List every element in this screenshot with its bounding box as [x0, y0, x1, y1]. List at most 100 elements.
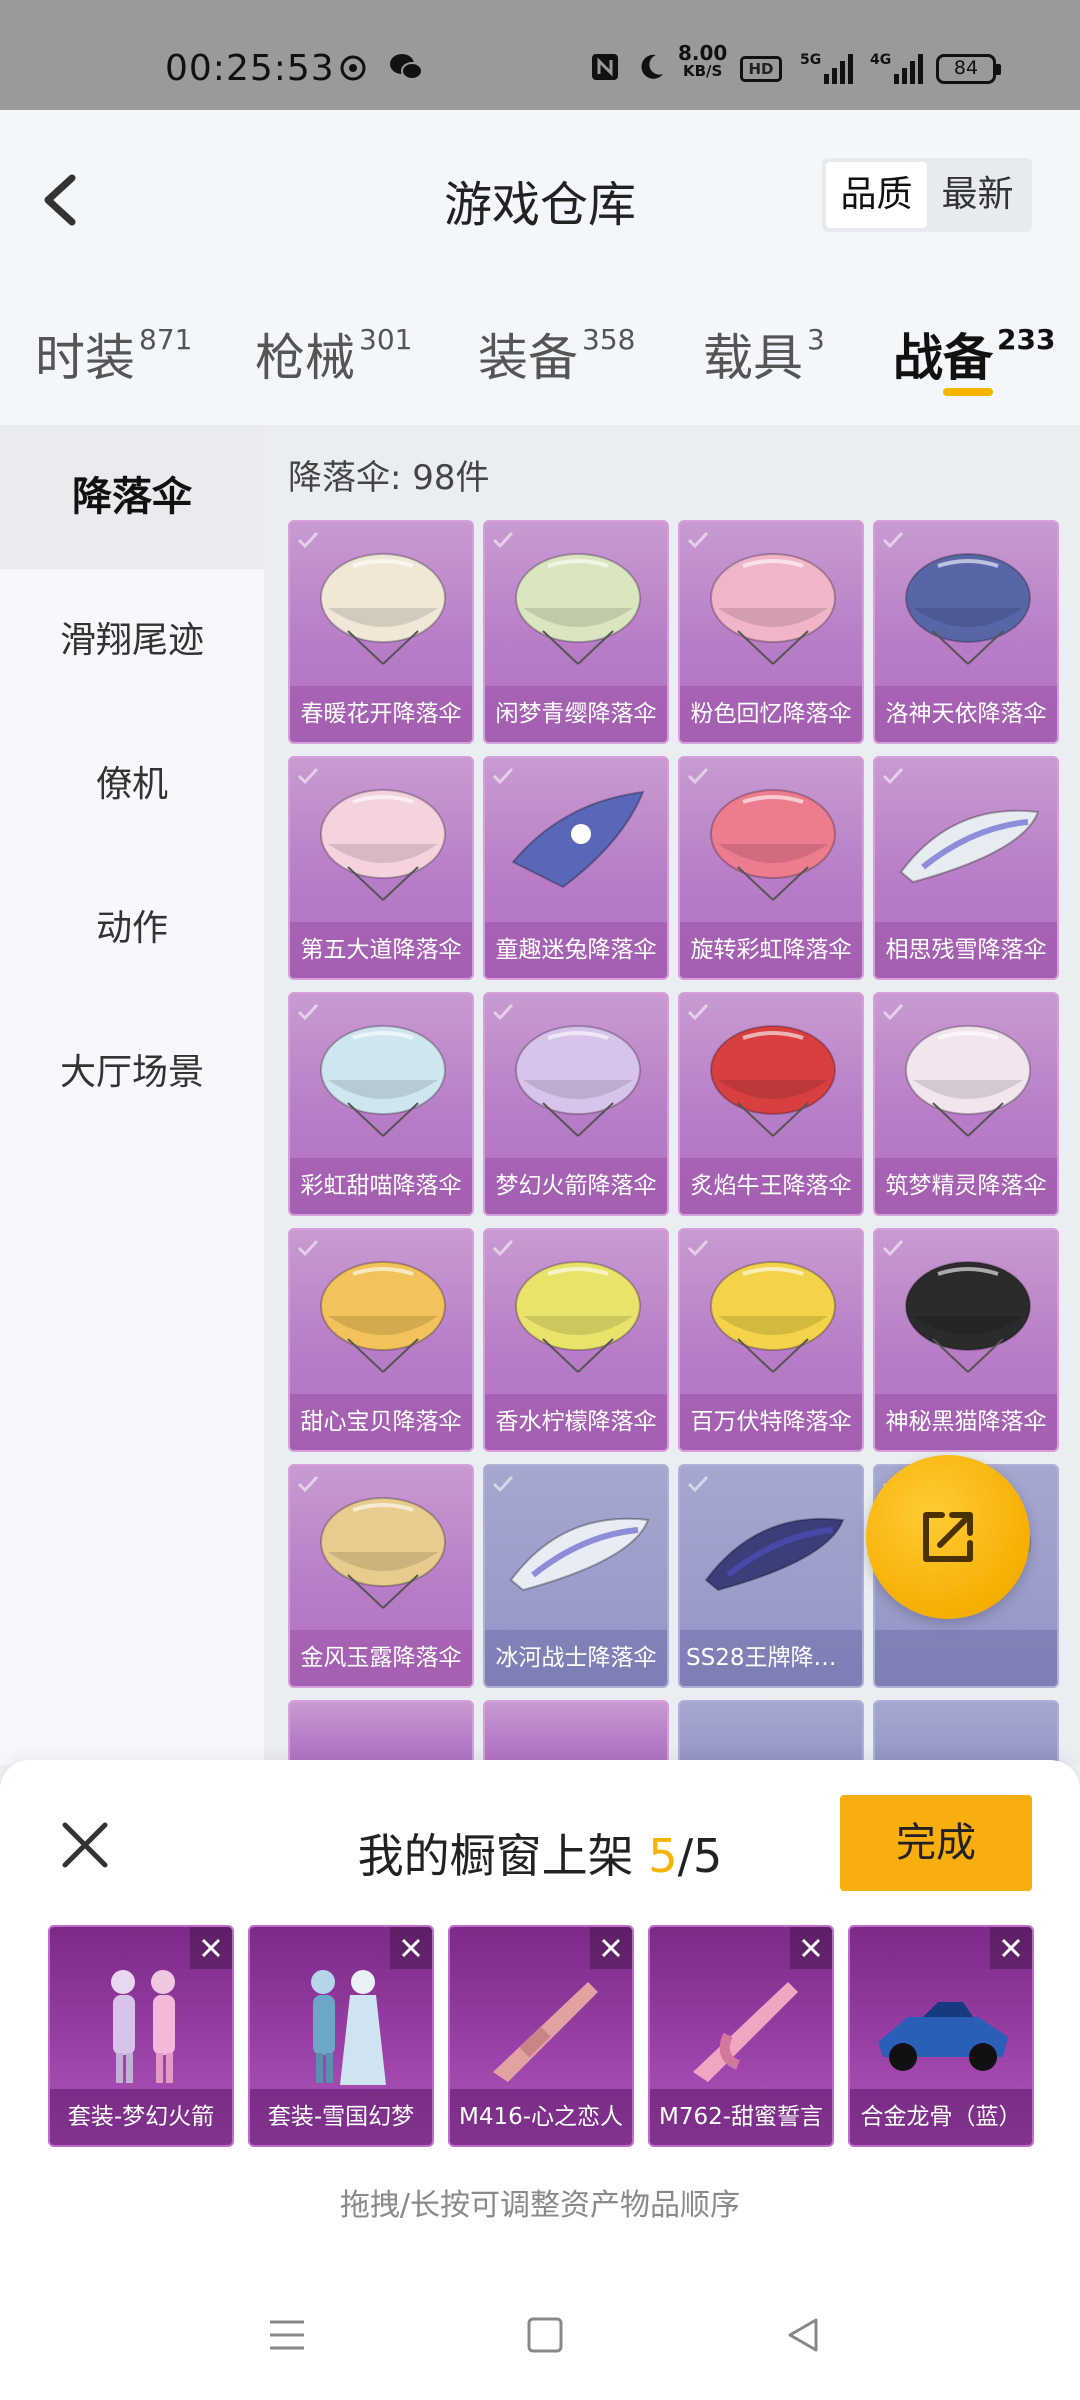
parachute-name: 梦幻火箭降落伞	[485, 1158, 667, 1214]
showcase-item[interactable]: M762-甜蜜誓言	[648, 1925, 834, 2147]
tab-equipment[interactable]: 装备 358	[478, 318, 635, 390]
tab-active-indicator	[943, 388, 993, 396]
parachute-image	[320, 1025, 446, 1137]
done-button[interactable]: 完成	[840, 1795, 1032, 1891]
parachute-card[interactable]: 粉色回忆降落伞	[678, 520, 864, 744]
battery-indicator: 84	[936, 54, 1001, 84]
showcase-item-name: M762-甜蜜誓言	[650, 2089, 832, 2145]
parachute-name: 金风玉露降落伞	[290, 1630, 472, 1686]
parachute-image	[515, 1025, 641, 1137]
category-tabs: 时装 871 枪械 301 装备 358 载具 3 战备 233	[0, 280, 1080, 425]
parachute-name: 粉色回忆降落伞	[680, 686, 862, 742]
parachute-card[interactable]: 洛神天依降落伞	[873, 520, 1059, 744]
parachute-card[interactable]: 筑梦精灵降落伞	[873, 992, 1059, 1216]
wechat-icon	[390, 54, 423, 80]
share-button[interactable]	[866, 1455, 1030, 1619]
parachute-image	[710, 1025, 836, 1137]
menu-icon[interactable]	[262, 2310, 312, 2360]
parachute-name: 闲梦青缨降落伞	[485, 686, 667, 742]
parachute-name: SS28王牌降落伞	[680, 1630, 862, 1686]
parachute-card[interactable]: 炙焰牛王降落伞	[678, 992, 864, 1216]
remove-item-icon[interactable]	[390, 1927, 432, 1969]
parachute-name: 筑梦精灵降落伞	[875, 1158, 1057, 1214]
parachute-card[interactable]: 梦幻火箭降落伞	[483, 992, 669, 1216]
showcase-shelf: 套装-梦幻火箭 套装-雪国幻梦 M416-心之恋人 M762-甜蜜誓言 合金龙骨…	[48, 1925, 1034, 2147]
remove-item-icon[interactable]	[790, 1927, 832, 1969]
back-icon[interactable]	[778, 2310, 828, 2360]
parachute-card[interactable]: 彩虹甜喵降落伞	[288, 992, 474, 1216]
showcase-item-image	[878, 2002, 1008, 2071]
parachute-image	[905, 553, 1031, 665]
remove-item-icon[interactable]	[990, 1927, 1032, 1969]
sidebar-item-emote[interactable]: 动作	[0, 857, 264, 1001]
hd-badge: HD	[740, 56, 782, 82]
parachute-card[interactable]: 旋转彩虹降落伞	[678, 756, 864, 980]
sort-quality-option[interactable]: 品质	[826, 162, 927, 228]
showcase-item-image	[111, 1970, 175, 2083]
parachute-card-partial[interactable]	[483, 1700, 669, 1765]
parachute-name: 春暖花开降落伞	[290, 686, 472, 742]
sidebar-item-parachute[interactable]: 降落伞	[0, 425, 264, 569]
showcase-item[interactable]: M416-心之恋人	[448, 1925, 634, 2147]
parachute-card-partial[interactable]	[288, 1700, 474, 1765]
parachute-image	[320, 553, 446, 665]
parachute-name: 甜心宝贝降落伞	[290, 1394, 472, 1450]
showcase-item-name: 套装-雪国幻梦	[250, 2089, 432, 2145]
parachute-card[interactable]: 闲梦青缨降落伞	[483, 520, 669, 744]
showcase-item[interactable]: 合金龙骨（蓝）	[848, 1925, 1034, 2147]
parachute-card-partial[interactable]	[873, 1700, 1059, 1765]
tab-vehicles[interactable]: 载具 3	[703, 318, 825, 390]
status-time: 00:25:53	[165, 48, 335, 89]
parachute-card[interactable]: 甜心宝贝降落伞	[288, 1228, 474, 1452]
sort-toggle: 品质 最新	[822, 158, 1032, 232]
parachute-name: 神秘黑猫降落伞	[875, 1394, 1057, 1450]
tab-combat-gear[interactable]: 战备 233	[893, 318, 1055, 390]
parachute-name	[875, 1630, 1057, 1686]
showcase-item[interactable]: 套装-梦幻火箭	[48, 1925, 234, 2147]
parachute-card[interactable]: 香水柠檬降落伞	[483, 1228, 669, 1452]
sidebar-item-glide-trail[interactable]: 滑翔尾迹	[0, 569, 264, 713]
sidebar-item-lobby-scene[interactable]: 大厅场景	[0, 1001, 264, 1145]
parachute-name: 洛神天依降落伞	[875, 686, 1057, 742]
parachute-card[interactable]: 神秘黑猫降落伞	[873, 1228, 1059, 1452]
sidebar: 降落伞 滑翔尾迹 僚机 动作 大厅场景	[0, 425, 264, 1765]
parachute-card[interactable]: 百万伏特降落伞	[678, 1228, 864, 1452]
parachute-card[interactable]: 春暖花开降落伞	[288, 520, 474, 744]
parachute-card[interactable]: 相思残雪降落伞	[873, 756, 1059, 980]
parachute-name: 旋转彩虹降落伞	[680, 922, 862, 978]
parachute-card-partial[interactable]	[678, 1700, 864, 1765]
page-header: 游戏仓库 品质 最新	[0, 110, 1080, 280]
parachute-image	[511, 790, 645, 889]
showcase-item[interactable]: 套装-雪国幻梦	[248, 1925, 434, 2147]
home-icon[interactable]	[520, 2310, 570, 2360]
parachute-image	[320, 1497, 446, 1609]
parachute-image	[710, 1261, 836, 1373]
remove-item-icon[interactable]	[590, 1927, 632, 1969]
parachute-image	[899, 809, 1040, 884]
signal-5g-icon: 5G	[800, 52, 853, 84]
showcase-item-name: 合金龙骨（蓝）	[850, 2089, 1032, 2145]
tab-weapons[interactable]: 枪械 301	[255, 318, 412, 390]
system-nav-bar	[0, 2270, 1080, 2400]
sidebar-item-wingman[interactable]: 僚机	[0, 713, 264, 857]
parachute-name: 冰河战士降落伞	[485, 1630, 667, 1686]
showcase-item-name: M416-心之恋人	[450, 2089, 632, 2145]
tab-fashion[interactable]: 时装 871	[35, 318, 192, 390]
signal-4g-icon: 4G	[870, 52, 923, 84]
sort-newest-option[interactable]: 最新	[927, 162, 1028, 228]
parachute-card[interactable]: 童趣迷兔降落伞	[483, 756, 669, 980]
parachute-card[interactable]: 冰河战士降落伞	[483, 1464, 669, 1688]
svg-text:4G: 4G	[870, 52, 891, 68]
svg-text:5G: 5G	[800, 52, 821, 68]
parachute-image	[509, 1517, 650, 1592]
parachute-card[interactable]: SS28王牌降落伞	[678, 1464, 864, 1688]
parachute-image	[905, 1261, 1031, 1373]
moon-icon	[641, 54, 663, 79]
showcase-item-image	[311, 1970, 386, 2085]
parachute-image	[905, 1025, 1031, 1137]
parachute-card[interactable]: 第五大道降落伞	[288, 756, 474, 980]
remove-item-icon[interactable]	[190, 1927, 232, 1969]
parachute-card[interactable]: 金风玉露降落伞	[288, 1464, 474, 1688]
item-count-label: 降落伞: 98件	[288, 458, 490, 498]
parachute-name: 第五大道降落伞	[290, 922, 472, 978]
